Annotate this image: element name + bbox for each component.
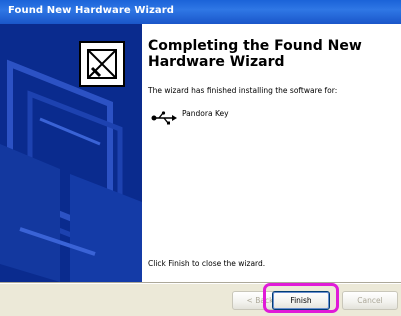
wizard-side-artwork <box>0 24 142 282</box>
wizard-box-icon <box>79 41 125 87</box>
button-bar <box>0 284 401 316</box>
wizard-side-panel <box>0 24 142 282</box>
cancel-button[interactable]: Cancel <box>342 291 398 310</box>
description-text: The wizard has finished installing the s… <box>148 86 338 95</box>
device-name: Pandora Key <box>182 109 229 118</box>
window-title: Found New Hardware Wizard <box>8 5 175 16</box>
close-hint-text: Click Finish to close the wizard. <box>148 259 266 268</box>
usb-icon <box>151 111 177 125</box>
page-title: Completing the Found New Hardware Wizard <box>148 38 362 70</box>
title-bar[interactable]: Found New Hardware Wizard <box>0 0 401 24</box>
wizard-window: Found New Hardware Wizard Completing the… <box>0 0 401 316</box>
finish-highlight <box>263 283 339 313</box>
